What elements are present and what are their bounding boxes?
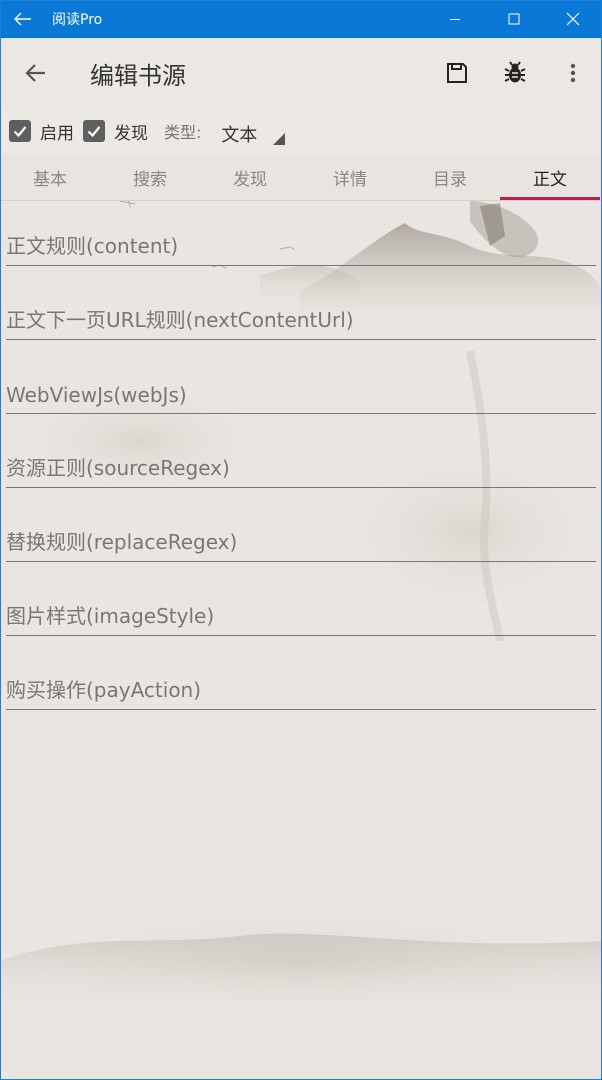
bug-icon [504, 61, 526, 83]
discover-label: 发现 [114, 123, 148, 144]
webview-js-input[interactable]: WebViewJs(webJs) [6, 369, 596, 414]
next-content-url-input[interactable]: 正文下一页URL规则(nextContentUrl) [6, 295, 596, 340]
pay-action-placeholder: 购买操作(payAction) [6, 678, 202, 702]
content-rule-placeholder: 正文规则(content) [6, 234, 179, 258]
dropdown-triangle-icon [273, 133, 286, 145]
content-rule-input[interactable]: 正文规则(content) [6, 221, 596, 266]
image-style-input[interactable]: 图片样式(imageStyle) [6, 591, 596, 636]
page-title: 编辑书源 [90, 61, 186, 90]
tab-search[interactable]: 搜索 [100, 154, 200, 200]
enable-checkbox[interactable]: 启用 [9, 119, 74, 144]
source-regex-placeholder: 资源正则(sourceRegex) [6, 456, 230, 480]
next-content-url-placeholder: 正文下一页URL规则(nextContentUrl) [6, 308, 354, 332]
maximize-button[interactable] [484, 0, 543, 38]
tab-content[interactable]: 正文 [500, 154, 600, 200]
close-window-button[interactable] [543, 0, 602, 38]
maximize-icon [508, 13, 519, 25]
navigate-up-button[interactable] [0, 38, 72, 108]
checkbox-checked-icon [83, 120, 105, 142]
source-options-row: 启用 发现 类型: 文本 [0, 108, 602, 154]
more-vert-icon [570, 63, 576, 83]
webview-js-placeholder: WebViewJs(webJs) [6, 383, 187, 407]
pay-action-input[interactable]: 购买操作(payAction) [6, 665, 596, 710]
type-dropdown[interactable]: 文本 [211, 113, 286, 149]
window-title: 阅读Pro [52, 12, 103, 28]
arrow-left-icon [14, 12, 31, 26]
window-back-button[interactable] [0, 0, 46, 38]
tab-bar: 基本 搜索 发现 详情 目录 正文 [0, 154, 602, 201]
minimize-icon [449, 19, 460, 20]
app-toolbar: 编辑书源 [0, 38, 602, 108]
save-button[interactable] [428, 38, 486, 108]
replace-regex-placeholder: 替换规则(replaceRegex) [6, 530, 238, 554]
save-icon [447, 63, 467, 83]
close-icon [566, 12, 579, 26]
enable-label: 启用 [40, 123, 74, 144]
tab-book-info[interactable]: 详情 [300, 154, 400, 200]
replace-regex-input[interactable]: 替换规则(replaceRegex) [6, 517, 596, 562]
more-options-button[interactable] [544, 38, 602, 108]
checkbox-checked-icon [9, 120, 31, 142]
type-selected-value: 文本 [221, 125, 258, 146]
content-rules-panel: 正文规则(content) 正文下一页URL规则(nextContentUrl)… [0, 201, 602, 1079]
type-label: 类型: [164, 123, 202, 142]
tab-basic[interactable]: 基本 [0, 154, 100, 200]
image-style-placeholder: 图片样式(imageStyle) [6, 604, 215, 628]
source-regex-input[interactable]: 资源正则(sourceRegex) [6, 443, 596, 488]
window-titlebar: 阅读Pro [0, 0, 602, 38]
arrow-left-icon [25, 64, 45, 82]
debug-button[interactable] [486, 38, 544, 108]
discover-checkbox[interactable]: 发现 [83, 119, 148, 144]
tab-toc[interactable]: 目录 [400, 154, 500, 200]
tab-discover[interactable]: 发现 [200, 154, 300, 200]
minimize-button[interactable] [425, 0, 484, 38]
